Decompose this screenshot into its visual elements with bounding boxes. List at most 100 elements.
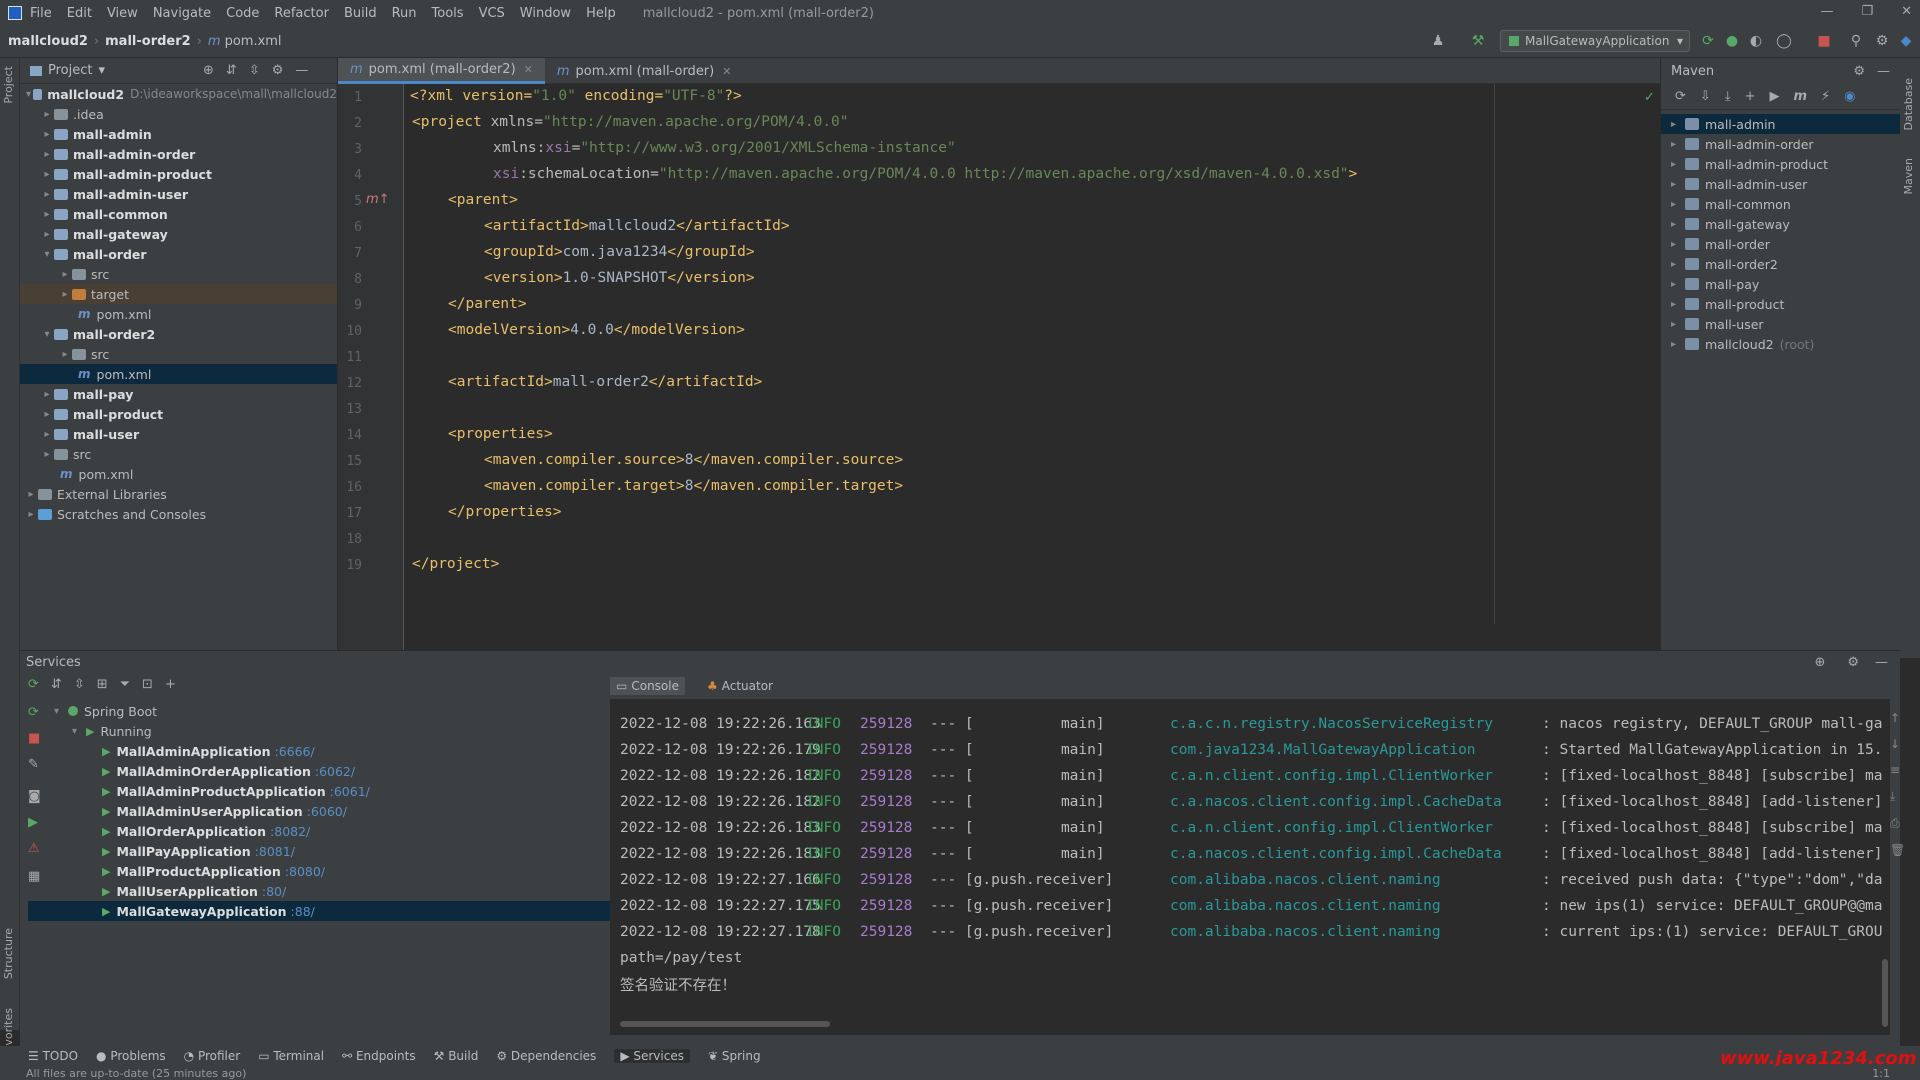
run-configuration-select[interactable]: MallGatewayApplication ▾: [1500, 30, 1690, 52]
tree-item-src[interactable]: ▸ src: [20, 264, 337, 284]
menu-refactor[interactable]: Refactor: [274, 6, 329, 21]
tree-item-src[interactable]: ▸ src: [20, 444, 337, 464]
collapse-all-icon[interactable]: ⇳: [249, 63, 260, 78]
wrench-icon[interactable]: ✎: [28, 757, 39, 772]
profile-icon[interactable]: ◯: [1776, 33, 1792, 49]
tree-item-pom[interactable]: m pom.xml: [20, 304, 337, 324]
menu-run[interactable]: Run: [392, 6, 417, 21]
tree-item-root[interactable]: ▾ mallcloud2 D:\ideaworkspace\mall\mallclo…: [20, 84, 337, 104]
project-panel-title[interactable]: Project: [48, 63, 92, 78]
tab-console[interactable]: ▭ Console: [610, 677, 685, 695]
scroll-to-end-icon[interactable]: ⤓: [1890, 789, 1905, 804]
skip-tests-icon[interactable]: ◉: [1844, 89, 1855, 104]
tree-item-mall-admin[interactable]: ▸ mall-admin: [20, 124, 337, 144]
tree-item-pom[interactable]: m pom.xml: [20, 464, 337, 484]
tree-item-external-libraries[interactable]: ▸ External Libraries: [20, 484, 337, 504]
clear-icon[interactable]: 🗑: [1890, 843, 1905, 857]
rerun-icon[interactable]: ⟳: [1700, 33, 1716, 49]
project-tool-tab[interactable]: Project: [2, 66, 15, 104]
collapse-all-icon[interactable]: ⇳: [74, 677, 85, 692]
caret-position[interactable]: 1:1: [1872, 1067, 1890, 1080]
refresh-icon[interactable]: ⟳: [28, 677, 39, 692]
run-icon[interactable]: ▶: [28, 815, 38, 830]
gear-icon[interactable]: ⚙: [1853, 64, 1865, 79]
scroll-up-icon[interactable]: ↑: [1890, 711, 1905, 725]
tree-item-mall-user[interactable]: ▸ mall-user: [20, 424, 337, 444]
menu-navigate[interactable]: Navigate: [153, 6, 211, 21]
structure-tool-tab[interactable]: Structure: [2, 928, 15, 979]
menu-edit[interactable]: Edit: [67, 6, 92, 21]
download-icon[interactable]: ⤓: [1725, 89, 1731, 104]
service-mall-admin[interactable]: ▶ MallAdminApplication:6666/: [48, 741, 628, 761]
hide-icon[interactable]: —: [295, 63, 308, 78]
locate-icon[interactable]: ⊕: [203, 63, 214, 78]
menu-view[interactable]: View: [107, 6, 138, 21]
breadcrumb-file[interactable]: pom.xml: [225, 34, 282, 49]
settings-gear-icon[interactable]: ⚙: [1874, 33, 1890, 49]
reload-icon[interactable]: ⟳: [1675, 89, 1686, 104]
coverage-icon[interactable]: ◐: [1748, 33, 1764, 49]
tree-item-mall-order[interactable]: ▾ mall-order: [20, 244, 337, 264]
tab-pom-mall-order[interactable]: m pom.xml (mall-order) ✕: [545, 58, 744, 84]
toggle-offline-icon[interactable]: ⚡: [1821, 89, 1830, 104]
user-icon[interactable]: ♟: [1430, 33, 1446, 49]
service-port-link[interactable]: :6061/: [330, 784, 370, 799]
code-editor[interactable]: 1 2 3 4 5 m↑ 6 7 8 9 10 11 12 13 14 15 1…: [338, 84, 1660, 650]
tree-item-src[interactable]: ▸ src: [20, 344, 337, 364]
expand-all-icon[interactable]: ⇵: [51, 677, 62, 692]
chevron-down-icon[interactable]: ▾: [98, 63, 105, 78]
maven-project-mall-admin-order[interactable]: ▸ mall-admin-order: [1661, 134, 1900, 154]
stop-icon[interactable]: ■: [28, 731, 40, 746]
maven-project-mall-order2[interactable]: ▸ mall-order2: [1661, 254, 1900, 274]
minimize-icon[interactable]: —: [1820, 4, 1833, 19]
service-mall-order[interactable]: ▶ MallOrderApplication:8082/: [48, 821, 628, 841]
breadcrumb-project[interactable]: mallcloud2: [8, 34, 88, 49]
reimport-icon[interactable]: ⇩: [1700, 89, 1711, 104]
add-icon[interactable]: +: [165, 677, 176, 692]
service-port-link[interactable]: :8081/: [255, 844, 295, 859]
globe-icon[interactable]: ⊕: [1814, 655, 1825, 670]
new-tab-icon[interactable]: ⊡: [142, 677, 153, 692]
menu-window[interactable]: Window: [520, 6, 571, 21]
override-marker-icon[interactable]: m↑: [366, 192, 390, 207]
execute-goal-icon[interactable]: m: [1793, 89, 1807, 104]
tab-dependencies[interactable]: ⚙ Dependencies: [496, 1049, 596, 1063]
tab-spring[interactable]: ❦ Spring: [708, 1049, 761, 1063]
maven-project-mall-gateway[interactable]: ▸ mall-gateway: [1661, 214, 1900, 234]
build-hammer-icon[interactable]: ⚒: [1470, 33, 1486, 49]
maven-project-mall-admin-user[interactable]: ▸ mall-admin-user: [1661, 174, 1900, 194]
group-icon[interactable]: ⊞: [97, 677, 108, 692]
gear-icon[interactable]: ⚙: [1847, 655, 1859, 670]
hide-icon[interactable]: —: [1875, 655, 1888, 670]
service-group-running[interactable]: ▾ ▶ Running: [48, 721, 628, 741]
service-mall-admin-order[interactable]: ▶ MallAdminOrderApplication:6062/: [48, 761, 628, 781]
tab-todo[interactable]: ☰ TODO: [28, 1049, 78, 1063]
toolbox-icon[interactable]: ◆: [1898, 33, 1914, 49]
soft-wrap-icon[interactable]: ≡: [1890, 763, 1905, 777]
debug-icon[interactable]: ●: [1724, 33, 1740, 49]
camera-icon[interactable]: ◙: [28, 789, 41, 804]
menu-vcs[interactable]: VCS: [479, 6, 505, 21]
tree-item-mall-product[interactable]: ▸ mall-product: [20, 404, 337, 424]
tree-item-mall-order2[interactable]: ▾ mall-order2: [20, 324, 337, 344]
run-icon[interactable]: ▶: [1769, 89, 1779, 104]
tree-item-idea[interactable]: ▸ .idea: [20, 104, 337, 124]
tab-actuator[interactable]: ♣ Actuator: [701, 677, 779, 695]
error-icon[interactable]: ⚠: [28, 841, 40, 856]
tab-profiler[interactable]: ◔ Profiler: [184, 1049, 241, 1063]
service-mall-admin-product[interactable]: ▶ MallAdminProductApplication:6061/: [48, 781, 628, 801]
menu-file[interactable]: File: [30, 6, 52, 21]
database-tool-tab[interactable]: Database: [1902, 78, 1915, 131]
expand-all-icon[interactable]: ⇵: [226, 63, 237, 78]
maven-project-mall-common[interactable]: ▸ mall-common: [1661, 194, 1900, 214]
service-mall-product[interactable]: ▶ MallProductApplication:8080/: [48, 861, 628, 881]
tree-item-target[interactable]: ▸ target: [20, 284, 337, 304]
service-port-link[interactable]: :88/: [291, 904, 315, 919]
menu-code[interactable]: Code: [226, 6, 259, 21]
horizontal-scrollbar[interactable]: [620, 1021, 830, 1027]
service-mall-gateway[interactable]: ▶ MallGatewayApplication:88/: [28, 901, 628, 921]
maven-project-mall-pay[interactable]: ▸ mall-pay: [1661, 274, 1900, 294]
filter-icon[interactable]: ⏷: [120, 677, 130, 692]
close-tab-icon[interactable]: ✕: [524, 63, 533, 76]
close-icon[interactable]: ✕: [1901, 4, 1912, 19]
